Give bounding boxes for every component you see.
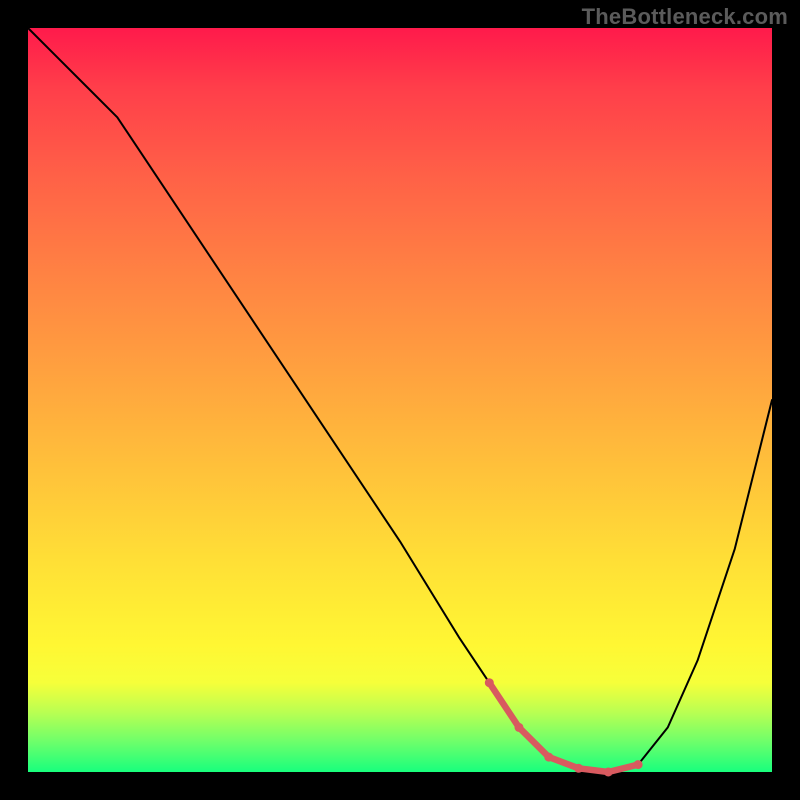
optimal-range-dot — [515, 723, 524, 732]
optimal-range-dot — [604, 768, 613, 777]
optimal-range-marker — [489, 683, 638, 772]
optimal-range-dot — [574, 764, 583, 773]
chart-plot-area — [28, 28, 772, 772]
chart-frame: TheBottleneck.com — [0, 0, 800, 800]
chart-svg — [28, 28, 772, 772]
optimal-range-dot — [544, 753, 553, 762]
optimal-range-dot — [634, 760, 643, 769]
optimal-range-dot — [485, 678, 494, 687]
watermark-text: TheBottleneck.com — [582, 4, 788, 30]
bottleneck-curve-line — [28, 28, 772, 772]
